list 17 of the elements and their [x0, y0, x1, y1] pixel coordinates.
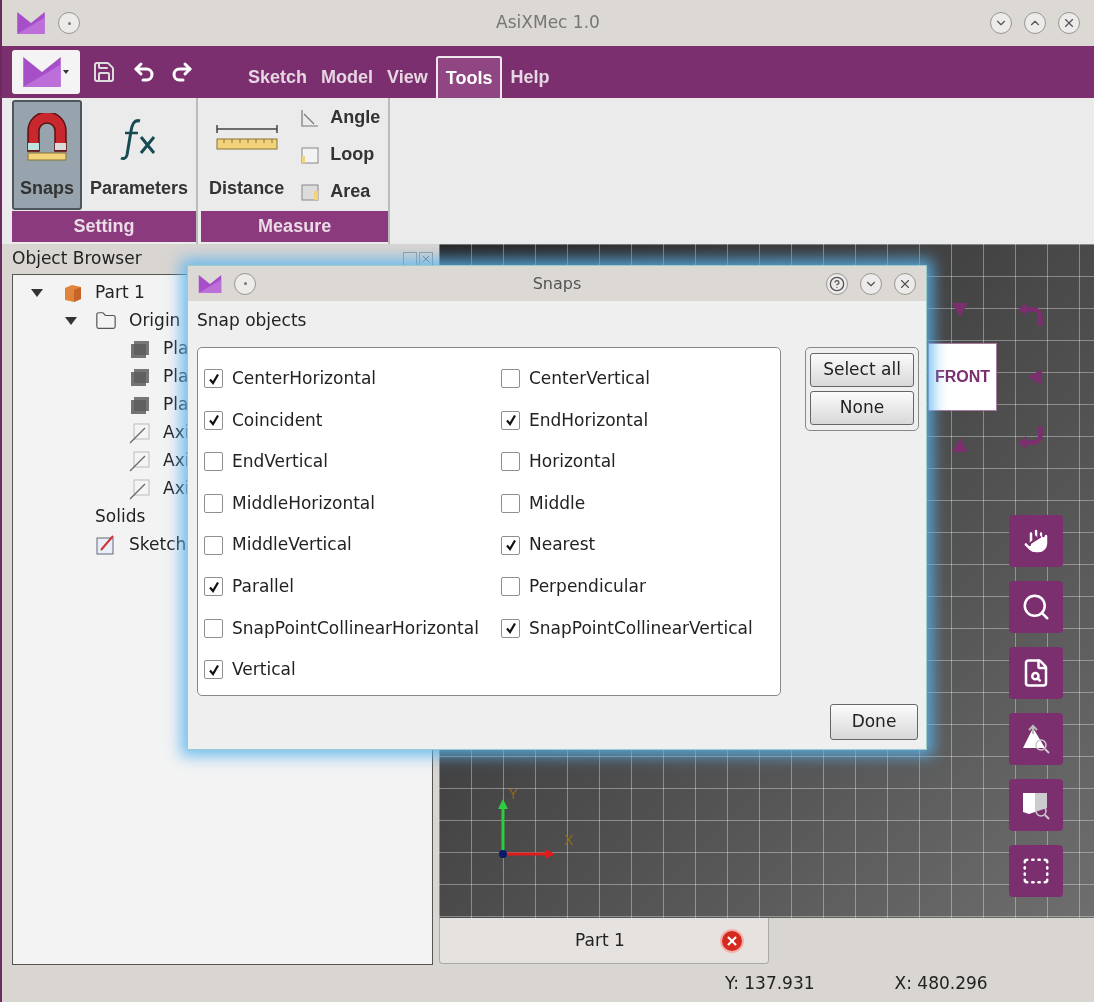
tree-label: Pla — [163, 337, 189, 361]
panel-title: Object Browser — [12, 247, 142, 271]
ribbon-group-label: Setting — [12, 211, 197, 242]
tree-label: Pla — [163, 393, 189, 417]
window-title: AsiXMec 1.0 — [496, 11, 600, 35]
ribbon-group-label: Measure — [201, 211, 389, 242]
status-x-coordinate: X: 480.296 — [894, 971, 988, 995]
status-y-coordinate: Y: 137.931 — [725, 971, 815, 995]
tree-label: Solids — [95, 505, 146, 529]
tree-label: Pla — [163, 365, 189, 389]
tab-label: Part 1 — [575, 928, 625, 952]
dialog-title: Snaps — [532, 272, 582, 295]
axis-label: Y — [509, 785, 518, 804]
tree-label: Part 1 — [95, 281, 145, 305]
tree-label: Sketch — [129, 533, 187, 557]
tree-label: Origin — [129, 309, 181, 333]
section-label: Snap objects — [197, 309, 308, 332]
